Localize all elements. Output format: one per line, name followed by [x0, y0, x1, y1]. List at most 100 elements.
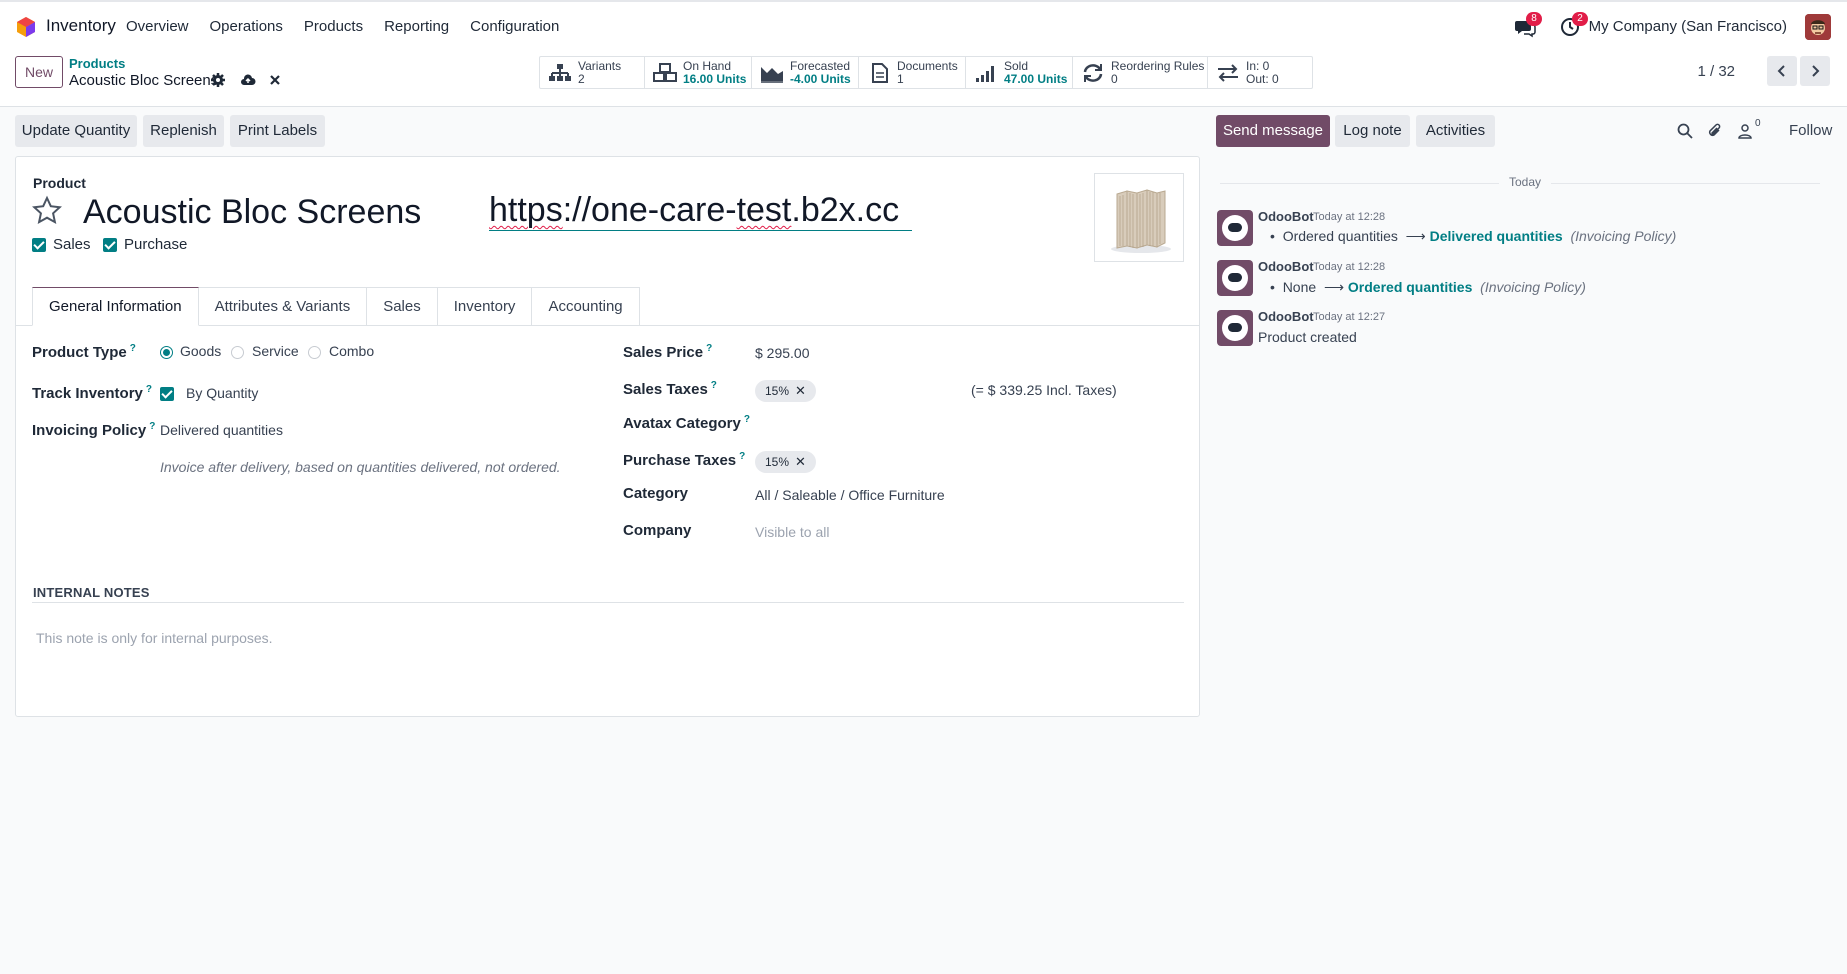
old-value: Ordered quantities: [1282, 228, 1398, 244]
sales-tax-tag[interactable]: 15% ✕: [755, 380, 816, 402]
field-name: (Invoicing Policy): [1570, 228, 1677, 244]
message-author[interactable]: OdooBot: [1258, 259, 1314, 274]
help-tooltip[interactable]: ?: [706, 343, 712, 354]
track-inventory-checkbox[interactable]: [160, 387, 174, 401]
tracking-line: • None ⟶ Ordered quantities (Invoicing P…: [1270, 279, 1586, 296]
help-tooltip[interactable]: ?: [739, 451, 745, 462]
tab-general-information[interactable]: General Information: [32, 287, 199, 326]
odoobot-avatar[interactable]: [1217, 210, 1253, 246]
messages-button[interactable]: 8: [1514, 12, 1542, 38]
tag-label: 15%: [765, 384, 790, 398]
menu-products[interactable]: Products: [304, 18, 363, 35]
odoobot-avatar[interactable]: [1217, 310, 1253, 346]
log-note-button[interactable]: Log note: [1335, 115, 1410, 147]
paperclip-icon[interactable]: [1707, 123, 1723, 139]
internal-notes-field[interactable]: This note is only for internal purposes.: [36, 630, 273, 646]
product-label: Product: [33, 175, 86, 191]
sales-taxes-incl: (= $ 339.25 Incl. Taxes): [971, 382, 1117, 398]
discard-icon[interactable]: [267, 72, 283, 88]
product-type-goods-radio[interactable]: [160, 346, 173, 359]
message-author[interactable]: OdooBot: [1258, 209, 1314, 224]
stat-label: Forecasted: [790, 58, 851, 73]
reordering-rules-button[interactable]: Reordering Rules 0: [1073, 57, 1208, 88]
category-select[interactable]: All / Saleable / Office Furniture: [755, 487, 945, 503]
url-part: test: [736, 191, 792, 229]
transfer-icon: [1218, 63, 1238, 82]
menu-reporting[interactable]: Reporting: [384, 18, 449, 35]
gear-icon[interactable]: [210, 72, 226, 88]
stat-label: Documents: [897, 58, 958, 73]
pager-next-button[interactable]: [1800, 56, 1830, 86]
remove-tag-icon[interactable]: ✕: [795, 383, 806, 398]
forecasted-button[interactable]: Forecasted -4.00 Units: [752, 57, 859, 88]
print-labels-button[interactable]: Print Labels: [230, 115, 325, 147]
tab-accounting[interactable]: Accounting: [532, 287, 640, 326]
stat-value: 0: [1111, 71, 1118, 86]
help-tooltip[interactable]: ?: [146, 384, 152, 395]
replenish-button[interactable]: Replenish: [143, 115, 224, 147]
company-select[interactable]: Visible to all: [755, 524, 829, 540]
on-hand-button[interactable]: On Hand 16.00 Units: [645, 57, 752, 88]
user-avatar[interactable]: [1805, 14, 1831, 40]
purchase-taxes-label: Purchase Taxes?: [623, 451, 745, 469]
help-tooltip[interactable]: ?: [711, 380, 717, 391]
sold-button[interactable]: Sold 47.00 Units: [966, 57, 1073, 88]
app-name[interactable]: Inventory: [46, 16, 116, 36]
arrow-icon: ⟶: [1323, 279, 1345, 295]
on-hand-icon: [653, 62, 677, 82]
app-logo-icon[interactable]: [15, 16, 37, 38]
in-out-button[interactable]: In: 0 Out: 0: [1208, 57, 1312, 88]
star-icon[interactable]: [31, 195, 63, 227]
followers-icon[interactable]: [1737, 123, 1753, 139]
product-type-combo-radio[interactable]: [308, 346, 321, 359]
label-text: Track Inventory: [32, 385, 143, 402]
breadcrumb-parent[interactable]: Products: [69, 56, 125, 71]
sales-price-input[interactable]: $ 295.00: [755, 345, 810, 361]
sold-icon: [976, 65, 994, 82]
invoicing-policy-label: Invoicing Policy?: [32, 421, 155, 439]
user-face-icon: [1805, 14, 1831, 40]
new-value: Ordered quantities: [1347, 279, 1473, 295]
purchase-checkbox[interactable]: [103, 238, 117, 252]
menu-operations[interactable]: Operations: [210, 18, 283, 35]
invoicing-policy-select[interactable]: Delivered quantities: [160, 422, 283, 438]
pager-value[interactable]: 1 / 32: [1697, 63, 1735, 80]
menu-overview[interactable]: Overview: [126, 18, 189, 35]
update-quantity-button[interactable]: Update Quantity: [15, 115, 137, 147]
new-button[interactable]: New: [15, 56, 63, 88]
track-inventory-value[interactable]: By Quantity: [186, 385, 258, 401]
documents-button[interactable]: Documents 1: [859, 57, 966, 88]
activities-button[interactable]: 2: [1560, 12, 1588, 38]
menu-configuration[interactable]: Configuration: [470, 18, 559, 35]
pager-previous-button[interactable]: [1767, 56, 1797, 86]
help-tooltip[interactable]: ?: [744, 414, 750, 425]
purchase-tax-tag[interactable]: 15% ✕: [755, 451, 816, 473]
section-divider: [32, 602, 1184, 603]
remove-tag-icon[interactable]: ✕: [795, 454, 806, 469]
odoobot-avatar[interactable]: [1217, 260, 1253, 296]
tab-inventory[interactable]: Inventory: [437, 287, 533, 326]
product-type-goods-label: Goods: [180, 343, 222, 359]
help-tooltip[interactable]: ?: [149, 421, 155, 432]
tab-sales[interactable]: Sales: [367, 287, 438, 326]
tab-attributes-variants[interactable]: Attributes & Variants: [198, 287, 368, 326]
sales-checkbox[interactable]: [32, 238, 46, 252]
send-message-button[interactable]: Send message: [1216, 115, 1330, 147]
label-text: Sales Price: [623, 344, 704, 361]
variants-button[interactable]: Variants 2: [540, 57, 645, 88]
activities-button-chatter[interactable]: Activities: [1416, 115, 1495, 147]
company-switcher[interactable]: My Company (San Francisco): [1589, 18, 1787, 35]
product-name-field[interactable]: Acoustic Bloc Screens: [83, 193, 421, 232]
category-label: Category: [623, 485, 689, 502]
follow-button[interactable]: Follow: [1789, 122, 1832, 139]
search-icon[interactable]: [1677, 123, 1693, 139]
product-type-service-radio[interactable]: [231, 346, 244, 359]
stat-value: 1: [897, 71, 904, 86]
message-author[interactable]: OdooBot: [1258, 309, 1314, 324]
product-image[interactable]: [1094, 173, 1184, 262]
invoicing-policy-help: Invoice after delivery, based on quantit…: [160, 459, 561, 475]
help-tooltip[interactable]: ?: [130, 343, 136, 354]
product-url-field[interactable]: https://one-care-test.b2x.cc: [489, 191, 912, 231]
url-part: .b2x.cc: [791, 191, 900, 229]
cloud-save-icon[interactable]: [240, 72, 256, 88]
